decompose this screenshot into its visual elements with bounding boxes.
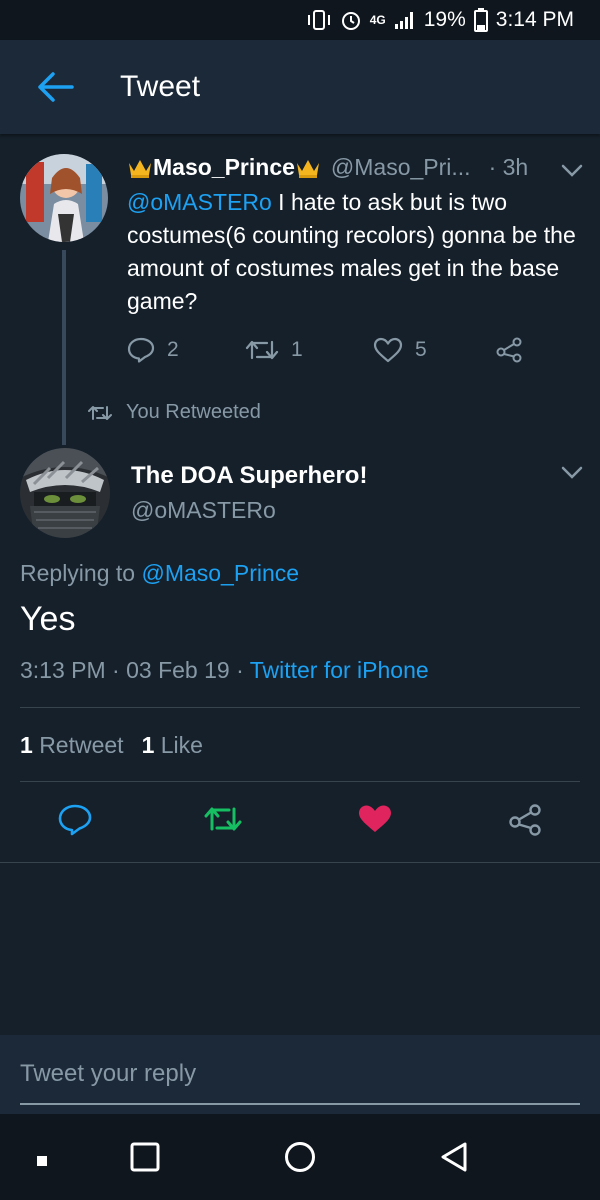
reply-count: 2	[167, 338, 179, 361]
retweet-icon	[204, 807, 242, 831]
tweet-timestamp: 3:13 PM · 03 Feb 19 ·	[20, 657, 250, 683]
like-count: 5	[415, 338, 427, 361]
recents-button[interactable]	[130, 1142, 160, 1177]
display-name[interactable]: The DOA Superhero!	[131, 462, 367, 490]
replying-to-link[interactable]: @Maso_Prince	[141, 560, 299, 586]
retweet-notice-text: You Retweeted	[126, 401, 261, 423]
signal-icon	[394, 10, 416, 30]
home-circle-icon	[285, 1142, 315, 1172]
tweet-metadata: 3:13 PM · 03 Feb 19 · Twitter for iPhone	[20, 657, 429, 684]
status-bar: 4G 19% 3:14 PM	[0, 0, 600, 40]
square-dot-icon	[37, 1156, 47, 1166]
display-name[interactable]: Maso_Prince	[153, 154, 295, 181]
recents-icon	[130, 1142, 160, 1172]
arrow-left-icon	[38, 72, 74, 102]
tweet-text: Yes	[20, 600, 76, 638]
divider	[20, 781, 580, 782]
retweet-count: 1	[291, 338, 303, 361]
reply-icon	[58, 804, 92, 836]
replying-to: Replying to @Maso_Prince	[20, 560, 300, 586]
retweet-button[interactable]: 1	[245, 338, 373, 362]
retweets-count-link[interactable]: 1 Retweet	[20, 732, 124, 759]
likes-count-link[interactable]: 1 Like	[142, 732, 203, 759]
vibrate-icon	[306, 9, 332, 31]
share-button[interactable]	[495, 337, 523, 363]
reply-icon	[127, 337, 155, 363]
app-bar: Tweet	[0, 40, 600, 134]
tweet-header: Maso_Prince @Maso_Pri... · 3h	[127, 154, 528, 181]
main-tweet-actions	[0, 800, 600, 844]
alarm-icon	[340, 9, 362, 31]
chevron-down-icon[interactable]	[561, 466, 583, 480]
retweet-icon	[88, 405, 112, 420]
avatar[interactable]	[20, 154, 108, 242]
battery-percent: 19%	[423, 8, 466, 31]
share-icon	[509, 804, 541, 836]
thread-line	[62, 250, 66, 445]
crown-icon	[127, 157, 153, 179]
chevron-down-icon[interactable]	[561, 164, 583, 178]
divider	[0, 862, 600, 863]
like-button[interactable]	[358, 804, 392, 839]
tweet-source-link[interactable]: Twitter for iPhone	[250, 657, 429, 683]
crown-icon	[295, 157, 321, 179]
tweet-actions: 2 1 5	[127, 337, 523, 363]
battery-icon	[473, 8, 488, 32]
divider	[20, 707, 580, 708]
share-icon	[496, 337, 522, 363]
reply-button[interactable]: 2	[127, 337, 245, 363]
tweet-text: @oMASTERo I hate to ask but is two costu…	[127, 189, 576, 314]
back-nav-button[interactable]	[439, 1141, 469, 1178]
page-title: Tweet	[120, 70, 201, 103]
system-nav-bar	[0, 1114, 600, 1200]
clock: 3:14 PM	[495, 8, 574, 31]
avatar[interactable]	[20, 448, 110, 538]
user-handle[interactable]: @oMASTERo	[131, 497, 276, 524]
share-button[interactable]	[508, 804, 542, 841]
user-handle[interactable]: @Maso_Pri...	[331, 154, 471, 181]
network-type: 4G	[369, 13, 386, 27]
home-button[interactable]	[284, 1141, 316, 1178]
retweet-button[interactable]	[204, 804, 242, 839]
like-button[interactable]: 5	[373, 337, 495, 363]
heart-icon	[373, 337, 403, 363]
reply-input[interactable]: Tweet your reply	[20, 1060, 196, 1088]
back-button[interactable]	[0, 40, 106, 134]
heart-icon	[359, 805, 391, 832]
reply-button[interactable]	[58, 804, 92, 841]
back-triangle-icon	[441, 1142, 467, 1172]
mention-link[interactable]: @oMASTERo	[127, 189, 272, 215]
you-retweeted-notice: You Retweeted	[88, 401, 261, 424]
retweet-icon	[245, 340, 279, 360]
reply-input-underline	[20, 1103, 580, 1105]
engagement-counts: 1 Retweet 1 Like	[20, 732, 203, 759]
menu-dot-button[interactable]	[37, 1153, 47, 1171]
tweet-time: · 3h	[488, 154, 529, 180]
